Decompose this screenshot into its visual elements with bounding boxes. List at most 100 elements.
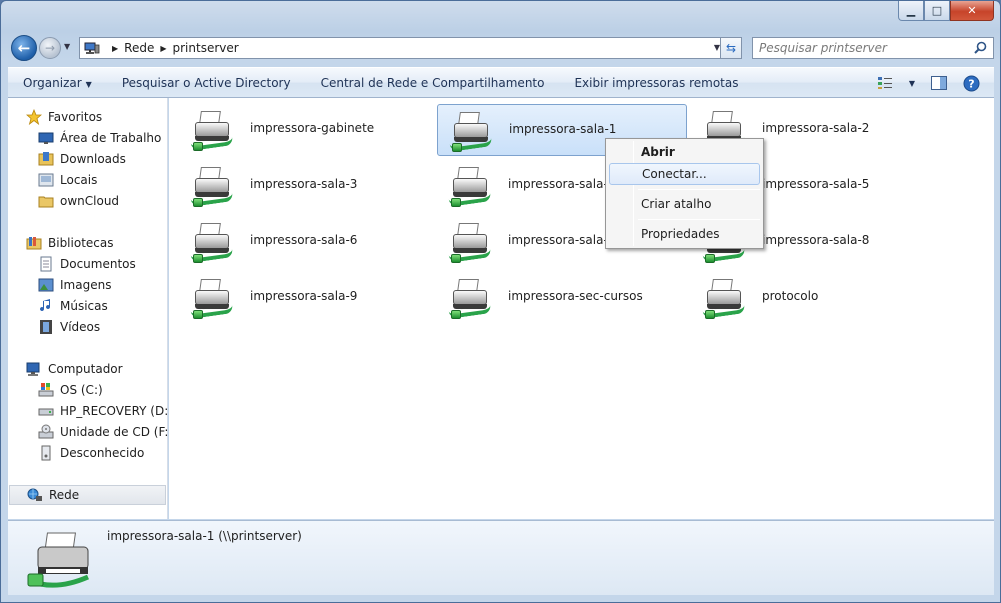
chevron-right-icon[interactable]: ▶ [112, 44, 118, 53]
printer-icon [190, 109, 239, 153]
refresh-icon: ⇆ [725, 41, 737, 55]
sidebar-computer[interactable]: Computador [8, 359, 123, 379]
breadcrumb-printserver[interactable]: printserver [173, 41, 239, 55]
printer-item[interactable]: impressora-sala-3 [179, 160, 429, 212]
view-controls: ▼ ? [874, 73, 982, 93]
help-button[interactable]: ? [960, 73, 982, 93]
printer-label: impressora-sala-4 [508, 177, 616, 191]
forward-button[interactable]: → [39, 37, 61, 59]
printer-icon [448, 165, 497, 209]
search-ad-button[interactable]: Pesquisar o Active Directory [107, 76, 306, 90]
sidebar-item-documents[interactable]: Documentos [8, 254, 136, 274]
windows-drive-icon [38, 382, 54, 398]
maximize-button[interactable]: □ [924, 1, 950, 21]
sidebar-item-images[interactable]: Imagens [8, 275, 111, 295]
menu-item-connect[interactable]: Conectar... [609, 163, 760, 185]
preview-pane-button[interactable] [928, 73, 950, 93]
search-input[interactable] [759, 41, 969, 55]
search-icon[interactable] [974, 41, 987, 57]
navigation-bar: ← → ▼ ▶ Rede ▶ printserver ▼ ⇆ [9, 33, 994, 63]
printer-icon [190, 221, 239, 265]
printer-icon [26, 529, 96, 593]
printer-item[interactable]: impressora-sec-cursos [437, 272, 687, 324]
desktop-icon [38, 130, 54, 146]
remote-printers-button[interactable]: Exibir impressoras remotas [559, 76, 753, 90]
sidebar-item-label: Desconhecido [60, 446, 145, 460]
recent-pages-dropdown[interactable]: ▼ [64, 42, 70, 51]
sidebar-network[interactable]: Rede [9, 485, 166, 505]
printer-item[interactable]: impressora-sala-6 [179, 216, 429, 268]
sidebar-libraries[interactable]: Bibliotecas [8, 233, 113, 253]
breadcrumb-rede[interactable]: Rede [124, 41, 154, 55]
star-icon [25, 108, 43, 126]
printer-label: impressora-gabinete [250, 121, 375, 135]
libraries-icon [26, 235, 42, 251]
document-icon [38, 256, 54, 272]
search-box[interactable] [752, 37, 994, 59]
menu-item-open[interactable]: Abrir [609, 141, 760, 163]
minimize-button[interactable]: ▁ [898, 1, 924, 21]
organize-menu[interactable]: Organizar ▼ [8, 76, 107, 90]
printer-label: impressora-sala-7 [508, 233, 616, 247]
unknown-device-icon [38, 445, 54, 461]
content-area: impressora-gabinete impressora-sala-1 impr… [169, 98, 985, 519]
address-bar[interactable]: ▶ Rede ▶ printserver ▼ [79, 37, 727, 59]
sidebar-item-label: Downloads [60, 152, 126, 166]
printer-label: impressora-sala-9 [250, 289, 358, 303]
svg-text:?: ? [968, 77, 974, 90]
sidebar-item-label: Unidade de CD (F:) [60, 425, 174, 439]
printer-label: impressora-sec-cursos [508, 289, 643, 303]
menu-item-properties[interactable]: Propriedades [609, 223, 760, 245]
sidebar-libraries-label: Bibliotecas [48, 236, 114, 250]
sidebar-item-label: Área de Trabalho [60, 131, 162, 145]
places-icon [38, 172, 54, 188]
printer-item[interactable]: impressora-sala-9 [179, 272, 429, 324]
refresh-button[interactable]: ⇆ [720, 37, 742, 59]
back-button[interactable]: ← [11, 35, 37, 61]
printer-label: impressora-sala-3 [250, 177, 358, 191]
vertical-scrollbar[interactable] [985, 98, 994, 519]
network-icon [27, 487, 43, 503]
network-icon [84, 42, 100, 54]
music-icon [38, 298, 54, 314]
explorer-window: ▁ □ ✕ ← → ▼ ▶ Rede ▶ printserver ▼ ⇆ Pes… [0, 0, 1001, 603]
printer-item[interactable]: protocolo [691, 272, 941, 324]
command-bar: Organizar ▼ Pesquisar o Active Directory … [8, 67, 994, 98]
sidebar-item-drive-c[interactable]: OS (C:) [8, 380, 103, 400]
view-dropdown[interactable]: ▼ [906, 73, 918, 93]
sidebar-item-drive-f[interactable]: Unidade de CD (F:) [8, 422, 173, 442]
chevron-right-icon[interactable]: ▶ [160, 44, 166, 53]
printer-item[interactable]: impressora-gabinete [179, 104, 429, 156]
menu-item-create-shortcut[interactable]: Criar atalho [609, 193, 760, 215]
sidebar-item-music[interactable]: Músicas [8, 296, 108, 316]
preview-pane-icon [931, 76, 947, 90]
sidebar-favorites[interactable]: Favoritos [8, 107, 102, 127]
sidebar-item-drive-d[interactable]: HP_RECOVERY (D:) [8, 401, 173, 421]
navigation-pane: Favoritos Área de Trabalho Downloads Loc… [8, 98, 173, 519]
hard-drive-icon [38, 403, 54, 419]
view-icon [878, 77, 892, 89]
network-center-button[interactable]: Central de Rede e Compartilhamento [306, 76, 560, 90]
organize-label: Organizar [23, 75, 82, 90]
chevron-down-icon: ▼ [85, 79, 92, 89]
sidebar-item-downloads[interactable]: Downloads [8, 149, 126, 169]
sidebar-item-locais[interactable]: Locais [8, 170, 97, 190]
close-button[interactable]: ✕ [950, 1, 994, 21]
computer-icon [26, 361, 42, 377]
sidebar-item-videos[interactable]: Vídeos [8, 317, 100, 337]
printer-icon [190, 277, 239, 321]
sidebar-computer-label: Computador [48, 362, 123, 376]
sidebar-item-desktop[interactable]: Área de Trabalho [8, 128, 161, 148]
sidebar-item-unknown[interactable]: Desconhecido [8, 443, 144, 463]
printer-label: impressora-sala-5 [762, 177, 870, 191]
printer-label: impressora-sala-1 [509, 122, 617, 136]
details-pane: impressora-sala-1 (\\printserver) [8, 520, 994, 595]
change-view-button[interactable] [874, 73, 896, 93]
image-icon [38, 277, 54, 293]
sidebar-item-label: Documentos [60, 257, 136, 271]
printer-label: protocolo [762, 289, 819, 303]
sidebar-item-owncloud[interactable]: ownCloud [8, 191, 119, 211]
printer-label: impressora-sala-6 [250, 233, 358, 247]
printer-icon [190, 165, 239, 209]
selected-item-title: impressora-sala-1 (\\printserver) [107, 529, 302, 543]
